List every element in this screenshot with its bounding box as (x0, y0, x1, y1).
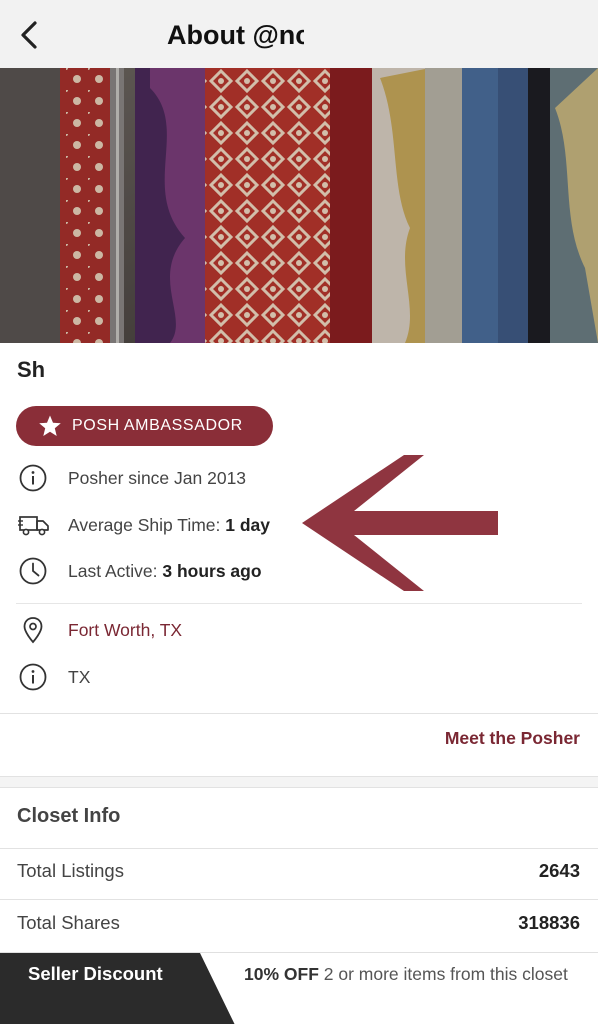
stat-value: 2643 (538, 860, 580, 881)
ship-time-label: Average Ship Time: (68, 514, 226, 535)
posher-since-row: Posher since Jan 2013 (18, 463, 246, 493)
discount-amount: 10% OFF (244, 964, 319, 984)
seller-name: Sh (17, 357, 46, 382)
back-button[interactable] (12, 16, 46, 54)
stat-row-total-listings: Total Listings 2643 (17, 860, 580, 882)
ship-time-row: Average Ship Time: 1 day (18, 510, 270, 540)
location-pin-icon (18, 615, 50, 645)
discount-condition: 2 or more items from this closet (318, 964, 568, 984)
last-active-row: Last Active: 3 hours ago (18, 556, 262, 586)
stat-row-total-shares: Total Shares 318836 (17, 912, 580, 934)
divider (16, 603, 582, 604)
last-active-text: Last Active: 3 hours ago (68, 561, 262, 582)
divider (0, 713, 598, 714)
location-row[interactable]: Fort Worth, TX (18, 615, 182, 645)
seller-discount-bar[interactable]: Seller Discount 10% OFF 2 or more items … (0, 952, 598, 1024)
stat-label: Total Listings (17, 860, 124, 881)
star-icon (38, 413, 64, 439)
cover-photo (0, 68, 598, 343)
last-active-label: Last Active: (68, 560, 163, 581)
discount-offer-text: 10% OFF 2 or more items from this closet (244, 960, 584, 988)
section-separator (0, 776, 598, 788)
divider (0, 899, 598, 900)
truck-icon (18, 510, 50, 540)
top-bar: About @nc (0, 0, 598, 68)
ship-time-value: 1 day (225, 514, 271, 535)
stat-value: 318836 (518, 912, 580, 933)
closet-info-heading: Closet Info (17, 805, 121, 827)
state-row: TX (18, 662, 90, 692)
info-icon (18, 662, 50, 692)
last-active-value: 3 hours ago (162, 560, 262, 581)
info-icon (18, 463, 50, 493)
location-text: Fort Worth, TX (68, 619, 183, 640)
posh-ambassador-badge[interactable]: POSH AMBASSADOR (16, 406, 273, 446)
stat-label: Total Shares (17, 912, 120, 933)
meet-the-posher-link[interactable]: Meet the Posher (445, 728, 580, 749)
clock-icon (18, 556, 50, 586)
arrow-annotation-icon (302, 455, 498, 591)
badge-label: POSH AMBASSADOR (72, 417, 243, 434)
chevron-left-icon (21, 21, 37, 49)
page-title: About @nc (167, 20, 304, 50)
seller-discount-label: Seller Discount (28, 963, 163, 984)
posher-since-text: Posher since Jan 2013 (68, 467, 247, 488)
state-text: TX (68, 666, 91, 687)
ship-time-text: Average Ship Time: 1 day (68, 515, 270, 536)
divider (0, 848, 598, 849)
